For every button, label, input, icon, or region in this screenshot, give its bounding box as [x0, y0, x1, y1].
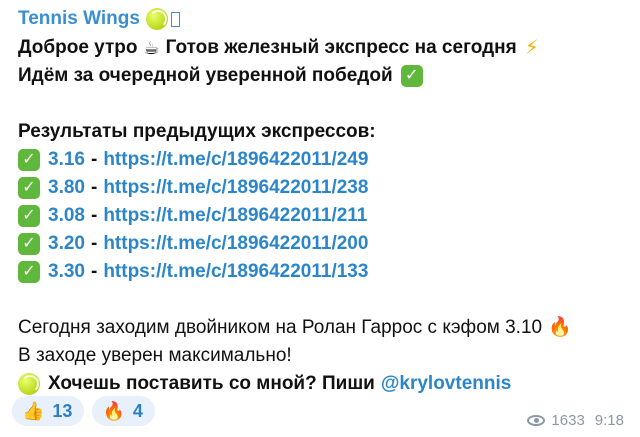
tennis-ball-icon [145, 8, 168, 30]
tennis-ball-icon [18, 373, 40, 395]
result-link[interactable]: https://t.me/c/1896422011/211 [103, 202, 367, 230]
result-row: ✓ 3.20 - https://t.me/c/1896422011/200 [18, 230, 640, 258]
greeting-line: Доброе утро ☕ Готов железный экспресс на… [18, 34, 640, 62]
result-odds: 3.16 [48, 149, 85, 170]
check-icon: ✓ [18, 149, 40, 171]
message-time: 9:18 [594, 412, 624, 429]
separator-dash: - [90, 205, 98, 226]
thumbs-up-icon: 👍 [22, 400, 45, 421]
result-odds: 3.20 [48, 233, 85, 254]
reaction-fire[interactable]: 🔥 4 [92, 396, 155, 426]
separator-dash: - [90, 261, 98, 282]
lightning-icon: ⚡ [524, 37, 539, 59]
express-ready-text: Готов железный экспресс на сегодня [165, 37, 517, 58]
results-title: Результаты предыдущих экспрессов: [18, 121, 376, 142]
view-count: 1633 [551, 412, 585, 429]
fire-icon: 🔥 [102, 400, 125, 421]
mention-link[interactable]: @krylovtennis [381, 370, 511, 398]
channel-name[interactable]: Tennis Wings [18, 4, 640, 34]
result-link[interactable]: https://t.me/c/1896422011/238 [103, 174, 368, 202]
today-text: Сегодня заходим двойником на Ролан Гарро… [18, 317, 543, 338]
cta-text: Хочешь поставить со мной? Пиши [48, 373, 375, 394]
message-meta: 1633 9:18 [527, 412, 624, 429]
confidence-line: В заходе уверен максимально! [18, 345, 292, 366]
separator-dash: - [90, 233, 98, 254]
channel-name-text: Tennis Wings [18, 8, 140, 29]
result-odds: 3.08 [48, 205, 85, 226]
check-icon: ✓ [18, 205, 40, 227]
separator-dash: - [90, 149, 98, 170]
result-link[interactable]: https://t.me/c/1896422011/249 [103, 146, 368, 174]
reactions-bar: 👍 13 🔥 4 [12, 396, 155, 426]
today-line: Сегодня заходим двойником на Ролан Гарро… [18, 314, 640, 342]
reaction-count: 13 [52, 400, 73, 421]
separator-dash: - [90, 177, 98, 198]
result-row: ✓ 3.30 - https://t.me/c/1896422011/133 [18, 258, 640, 286]
result-odds: 3.80 [48, 177, 85, 198]
check-icon: ✓ [18, 177, 40, 199]
victory-text: Идём за очередной уверенной победой [18, 65, 393, 86]
result-row: ✓ 3.16 - https://t.me/c/1896422011/249 [18, 146, 640, 174]
reaction-count: 4 [132, 400, 143, 421]
reaction-thumbs-up[interactable]: 👍 13 [12, 396, 85, 426]
channel-message: Tennis Wings Доброе утро ☕ Готов железны… [0, 0, 640, 437]
result-link[interactable]: https://t.me/c/1896422011/133 [103, 258, 368, 286]
coffee-icon: ☕ [143, 38, 160, 58]
cta-line: Хочешь поставить со мной? Пиши @krylovte… [18, 370, 640, 398]
unknown-glyph-icon [170, 11, 180, 27]
check-icon: ✓ [400, 65, 423, 87]
eye-icon [527, 415, 546, 426]
greeting-text: Доброе утро [18, 37, 138, 58]
check-icon: ✓ [18, 233, 40, 255]
fire-icon: 🔥 [548, 317, 572, 338]
result-row: ✓ 3.08 - https://t.me/c/1896422011/211 [18, 202, 640, 230]
victory-line: Идём за очередной уверенной победой ✓ [18, 62, 640, 90]
result-odds: 3.30 [48, 261, 85, 282]
result-link[interactable]: https://t.me/c/1896422011/200 [103, 230, 368, 258]
result-row: ✓ 3.80 - https://t.me/c/1896422011/238 [18, 174, 640, 202]
check-icon: ✓ [18, 261, 40, 283]
